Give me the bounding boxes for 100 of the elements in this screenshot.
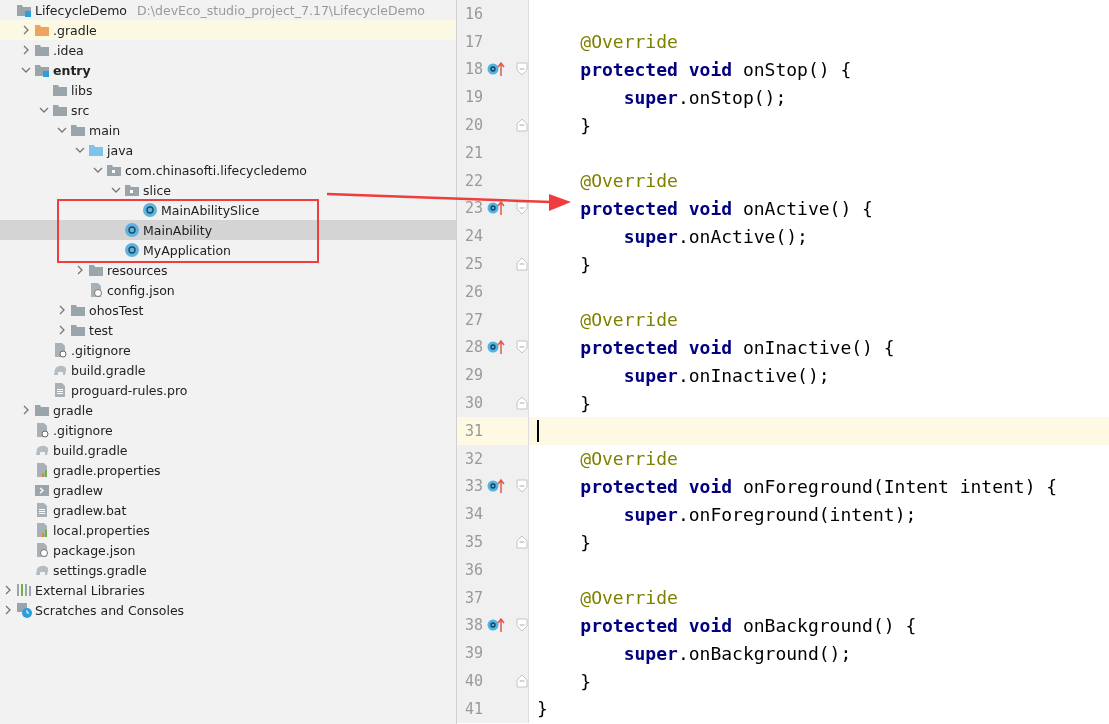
tree-item[interactable]: local.properties (0, 520, 456, 540)
chevron-right-icon[interactable] (75, 265, 85, 275)
class-icon (124, 222, 140, 238)
file-icon (34, 462, 50, 478)
tree-item[interactable]: src (0, 100, 456, 120)
line-number: 25 (463, 255, 483, 274)
item-name: Scratches and Consoles (35, 602, 185, 618)
tree-item[interactable]: slice (0, 180, 456, 200)
tree-item[interactable]: build.gradle (0, 440, 456, 460)
line-number: 17 (463, 32, 483, 51)
tree-item[interactable]: .idea (0, 40, 456, 60)
tree-item[interactable]: gradle.properties (0, 460, 456, 480)
chevron-down-icon[interactable] (21, 65, 31, 75)
tree-item[interactable]: test (0, 320, 456, 340)
item-name: entry (53, 62, 91, 78)
item-name: libs (71, 82, 93, 98)
line-number: 24 (463, 227, 483, 246)
folder-icon (88, 143, 104, 157)
elephant-icon (34, 563, 50, 577)
line-number: 16 (463, 4, 483, 23)
override-icon[interactable] (487, 617, 505, 634)
tree-item[interactable]: proguard-rules.pro (0, 380, 456, 400)
tree-item[interactable]: main (0, 120, 456, 140)
folder-icon (52, 83, 68, 97)
file-icon (52, 382, 68, 398)
item-name: config.json (107, 282, 175, 298)
folder-icon (52, 103, 68, 117)
line-number: 33 (463, 477, 483, 496)
code-line: } (537, 698, 548, 720)
code-line: protected void onBackground() { (579, 614, 917, 636)
project-path: D:\devEco_studio_project_7.17\LifecycleDemo (137, 2, 425, 18)
tree-item[interactable]: java (0, 140, 456, 160)
tree-item[interactable]: gradle (0, 400, 456, 420)
file-icon (34, 522, 50, 538)
tree-item[interactable]: ohosTest (0, 300, 456, 320)
tree-item[interactable]: gradlew.bat (0, 500, 456, 520)
line-number: 40 (463, 672, 483, 690)
line-number: 20 (463, 116, 483, 135)
tree-item[interactable]: com.chinasofti.lifecycledemo (0, 160, 456, 180)
line-number: 41 (463, 699, 483, 718)
item-name: ohosTest (89, 302, 144, 318)
override-icon[interactable] (487, 478, 505, 495)
code-line: @Override (579, 309, 678, 331)
tree-item[interactable]: resources (0, 260, 456, 280)
chevron-right-icon[interactable] (21, 405, 31, 415)
item-name: LifecycleDemo (35, 2, 127, 18)
line-number: 30 (463, 394, 483, 413)
item-name: .gitignore (71, 342, 131, 358)
folder-icon (16, 3, 32, 17)
elephant-icon (52, 363, 68, 377)
line-number: 35 (463, 533, 483, 552)
line-number: 38 (463, 616, 483, 635)
tree-item[interactable]: .gradle (0, 20, 456, 40)
tree-item[interactable]: gradlew (0, 480, 456, 500)
override-icon[interactable] (487, 61, 505, 78)
tree-item[interactable]: package.json (0, 540, 456, 560)
item-name: MainAbility (143, 222, 213, 238)
tree-item[interactable]: .gitignore (0, 420, 456, 440)
line-number: 27 (463, 310, 483, 329)
elephant-icon (34, 443, 50, 457)
tree-item[interactable]: entry (0, 60, 456, 80)
line-number: 39 (463, 644, 483, 663)
line-number: 21 (463, 143, 483, 162)
item-name: gradlew (53, 482, 104, 498)
item-name: .gitignore (53, 422, 113, 438)
tree-item[interactable]: MyApplication (0, 240, 456, 260)
tree-item[interactable]: LifecycleDemo D:\devEco_studio_project_7.17\LifecycleDemo (0, 0, 456, 20)
tree-item[interactable]: Scratches and Consoles (0, 600, 456, 620)
line-number: 22 (463, 171, 483, 190)
line-number: 36 (463, 560, 483, 579)
class-icon (124, 242, 140, 258)
tree-item[interactable]: config.json (0, 280, 456, 300)
line-number: 19 (463, 88, 483, 107)
fold-icon[interactable] (516, 201, 528, 216)
item-name: src (71, 102, 90, 118)
override-icon[interactable] (487, 339, 505, 356)
code-line: protected void onActive() { (579, 197, 873, 219)
code-line: super.onStop(); (622, 86, 787, 108)
tree-item[interactable]: build.gradle (0, 360, 456, 380)
code-line: super.onForeground(intent); (622, 503, 917, 525)
item-name: package.json (53, 542, 136, 558)
file-icon (34, 502, 50, 518)
item-name: build.gradle (53, 442, 128, 458)
override-icon[interactable] (487, 200, 505, 217)
code-line: } (579, 531, 592, 553)
tree-item[interactable]: External Libraries (0, 580, 456, 600)
code-line: super.onBackground(); (622, 642, 852, 664)
tree-item[interactable]: MainAbility (0, 220, 456, 240)
code-line: @Override (579, 31, 678, 53)
line-number: 29 (463, 366, 483, 385)
item-name: resources (107, 262, 168, 278)
folder-icon (34, 23, 50, 37)
tree-item[interactable]: settings.gradle (0, 560, 456, 580)
folder-icon (34, 63, 50, 77)
code-line: protected void onForeground(Intent intent) { (579, 475, 1058, 497)
package-icon (124, 183, 140, 197)
item-name: com.chinasofti.lifecycledemo (125, 162, 307, 178)
code-line: super.onInactive(); (622, 364, 830, 386)
tree-item[interactable]: libs (0, 80, 456, 100)
tree-item[interactable]: .gitignore (0, 340, 456, 360)
